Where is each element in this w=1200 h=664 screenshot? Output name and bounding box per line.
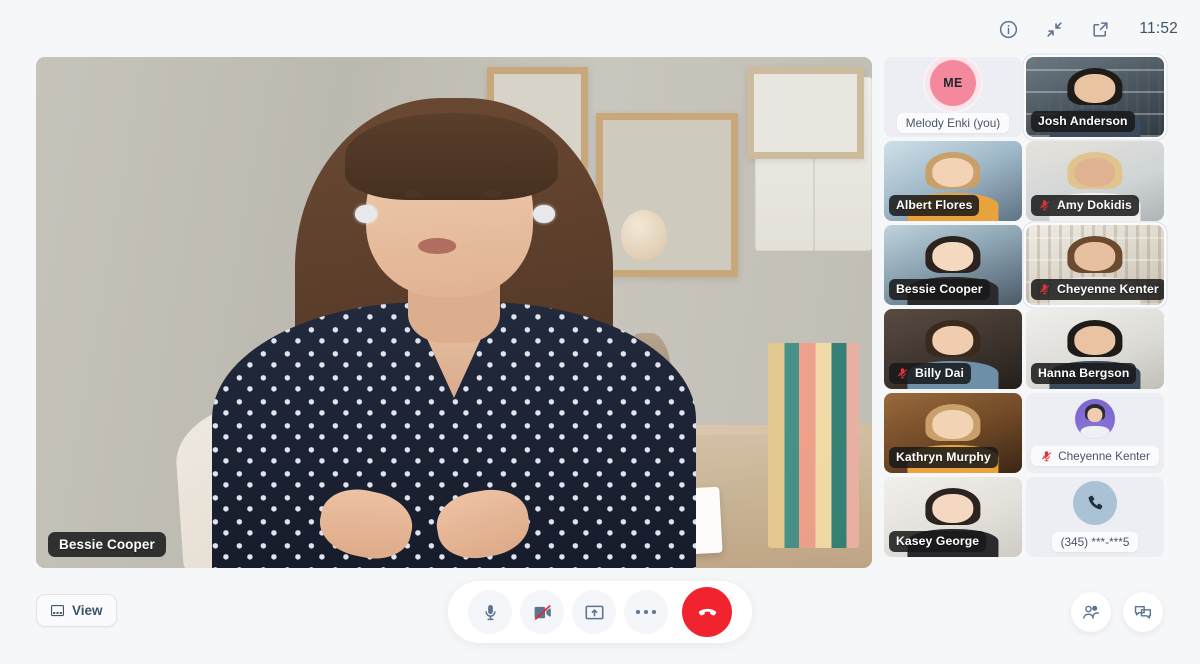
call-controls-dock [448,581,752,643]
participant-tile[interactable]: Amy Dokidis [1026,141,1164,221]
more-dots-icon[interactable] [624,590,668,634]
end-call-icon[interactable] [682,587,732,637]
stage-scene [36,57,872,568]
microphone-icon[interactable] [468,590,512,634]
layout-grid-icon [50,603,65,618]
participant-tile[interactable]: Billy Dai [884,309,1022,389]
participant-tile[interactable]: Kathryn Murphy [884,393,1022,473]
participant-name-text: Josh Anderson [1038,114,1128,129]
participant-tile[interactable]: Josh Anderson [1026,57,1164,137]
participant-tile[interactable]: Cheyenne Kenter [1026,393,1164,473]
view-button-label: View [72,603,103,618]
participant-tile[interactable]: Albert Flores [884,141,1022,221]
participant-name-label: Kathryn Murphy [889,447,998,468]
participant-tile[interactable]: Bessie Cooper [884,225,1022,305]
stage-name-label: Bessie Cooper [48,531,166,557]
avatar [1075,399,1115,440]
collapse-arrows-icon[interactable] [1041,16,1067,42]
participant-name-label: Hanna Bergson [1031,363,1137,384]
participant-name-label: Cheyenne Kenter [1031,278,1164,300]
participant-name-label: Albert Flores [889,195,980,216]
participant-name-text: Cheyenne Kenter [1058,449,1150,464]
participant-tile[interactable]: Cheyenne Kenter [1026,225,1164,305]
more-dots-glyph [635,609,657,615]
phone-number-text: (345) ***-***5 [1060,535,1130,550]
phone-number-label: (345) ***-***5 [1051,532,1139,553]
participant-tile[interactable]: ME Melody Enki (you) [884,57,1022,137]
participant-name-text: Amy Dokidis [1057,197,1132,212]
muted-mic-icon [1040,450,1053,463]
video-call-app: 11:52 Bessie Cooper ME Melody Enki (you)… [0,0,1200,664]
participant-name-label: Kasey George [889,531,987,552]
participant-tile[interactable]: Hanna Bergson [1026,309,1164,389]
muted-mic-icon [896,367,909,380]
participant-tile[interactable]: (345) ***-***5 [1026,477,1164,557]
view-button[interactable]: View [36,594,117,627]
participant-name-label: Cheyenne Kenter [1031,446,1159,467]
open-external-icon[interactable] [1087,16,1113,42]
participant-name-text: Kathryn Murphy [896,450,991,465]
camera-off-icon[interactable] [520,590,564,634]
participant-name-text: Albert Flores [896,198,973,213]
phone-icon [1073,481,1117,526]
participant-name-text: Hanna Bergson [1038,366,1130,381]
participant-name-text: Billy Dai [915,365,964,380]
chat-button[interactable] [1123,592,1163,632]
participant-name-text: Kasey George [896,534,980,549]
chat-bubbles-icon [1133,602,1153,622]
top-bar: 11:52 [0,0,1200,58]
participant-tile[interactable]: Kasey George [884,477,1022,557]
participants-button[interactable] [1071,592,1111,632]
participant-name-label: Bessie Cooper [889,279,990,300]
clock-time: 11:52 [1139,20,1178,37]
participant-name-label: Melody Enki (you) [896,113,1010,134]
participant-name-text: Melody Enki (you) [905,116,1001,131]
participant-name-label: Josh Anderson [1031,111,1135,132]
screen-share-icon[interactable] [572,590,616,634]
main-speaker-video[interactable]: Bessie Cooper [36,57,872,568]
participant-name-text: Cheyenne Kenter [1057,281,1159,296]
participant-name-label: Amy Dokidis [1031,194,1139,216]
muted-mic-icon [1038,199,1051,212]
info-icon[interactable] [995,16,1021,42]
participant-grid: ME Melody Enki (you) Josh Anderson Albert F… [884,57,1164,568]
self-avatar: ME [930,60,976,107]
muted-mic-icon [1038,283,1051,296]
participant-name-label: Billy Dai [889,362,971,384]
participants-icon [1081,602,1101,622]
participant-name-text: Bessie Cooper [896,282,983,297]
